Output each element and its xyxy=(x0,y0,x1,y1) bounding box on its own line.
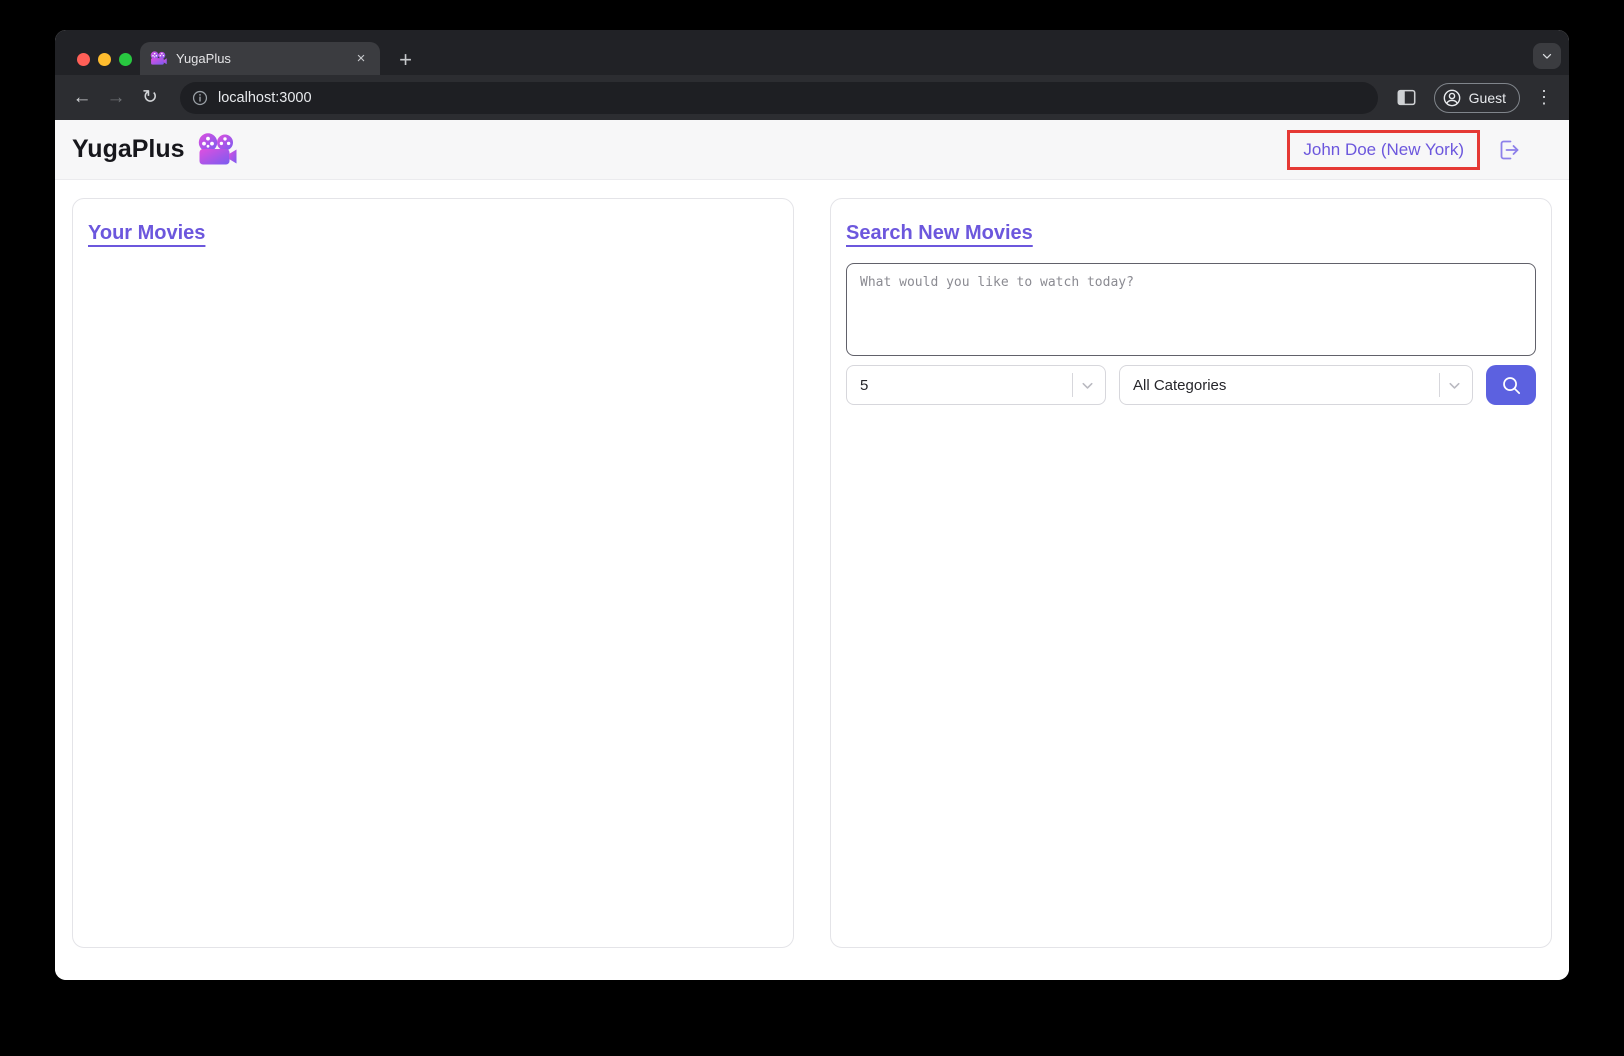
search-icon xyxy=(1500,374,1523,397)
new-tab-button[interactable]: + xyxy=(392,46,419,73)
window-close-button[interactable] xyxy=(77,53,90,66)
search-button[interactable] xyxy=(1486,365,1536,405)
your-movies-title: Your Movies xyxy=(88,222,205,245)
url-text[interactable]: localhost:3000 xyxy=(218,90,312,106)
reload-button[interactable]: ↻ xyxy=(136,84,164,112)
side-panel-button[interactable] xyxy=(1392,83,1422,113)
movie-camera-icon xyxy=(197,133,237,167)
yugaplus-favicon-icon xyxy=(150,51,167,66)
search-movies-panel: Search New Movies 5 All Categories xyxy=(830,198,1552,948)
category-select[interactable]: All Categories xyxy=(1119,365,1473,405)
site-info-icon[interactable] xyxy=(191,89,209,107)
results-count-value: 5 xyxy=(860,377,1072,394)
browser-toolbar: ← → ↻ localhost:3000 Guest ⋮ xyxy=(55,75,1569,120)
search-movies-title: Search New Movies xyxy=(846,222,1033,245)
tab-close-icon[interactable]: × xyxy=(352,50,370,68)
category-value: All Categories xyxy=(1133,377,1439,394)
chevron-down-icon xyxy=(1078,376,1097,395)
back-button[interactable]: ← xyxy=(68,84,96,112)
profile-button[interactable]: Guest xyxy=(1434,83,1520,113)
person-icon xyxy=(1442,88,1462,108)
tab-yugaplus[interactable]: YugaPlus × xyxy=(140,42,380,75)
logout-icon xyxy=(1497,138,1521,162)
browser-tab-strip: YugaPlus × + xyxy=(55,30,1569,75)
forward-button[interactable]: → xyxy=(102,84,130,112)
user-link[interactable]: John Doe (New York) xyxy=(1303,140,1464,159)
page-content: YugaPlus John Doe (New York) Your Movies… xyxy=(55,120,1569,980)
search-prompt-input[interactable] xyxy=(846,263,1536,356)
tab-title: YugaPlus xyxy=(176,51,343,66)
tab-search-button[interactable] xyxy=(1533,43,1561,69)
app-title: YugaPlus xyxy=(72,135,185,164)
chevron-down-icon xyxy=(1540,49,1554,63)
main-content: Your Movies Search New Movies 5 All Cate… xyxy=(55,180,1569,980)
profile-label: Guest xyxy=(1469,90,1506,106)
address-bar[interactable]: localhost:3000 xyxy=(180,82,1378,114)
your-movies-panel: Your Movies xyxy=(72,198,794,948)
user-link-annotation-box: John Doe (New York) xyxy=(1287,130,1480,170)
window-minimize-button[interactable] xyxy=(98,53,111,66)
window-controls xyxy=(77,53,132,66)
chevron-down-icon xyxy=(1445,376,1464,395)
select-divider xyxy=(1072,373,1073,397)
select-divider xyxy=(1439,373,1440,397)
browser-menu-button[interactable]: ⋮ xyxy=(1532,84,1556,112)
side-panel-icon xyxy=(1396,88,1417,107)
logout-button[interactable] xyxy=(1496,137,1521,162)
app-header: YugaPlus John Doe (New York) xyxy=(55,120,1569,180)
window-maximize-button[interactable] xyxy=(119,53,132,66)
browser-window: YugaPlus × + ← → ↻ localhost:3000 Guest … xyxy=(55,30,1569,980)
search-controls: 5 All Categories xyxy=(846,365,1536,405)
results-count-select[interactable]: 5 xyxy=(846,365,1106,405)
